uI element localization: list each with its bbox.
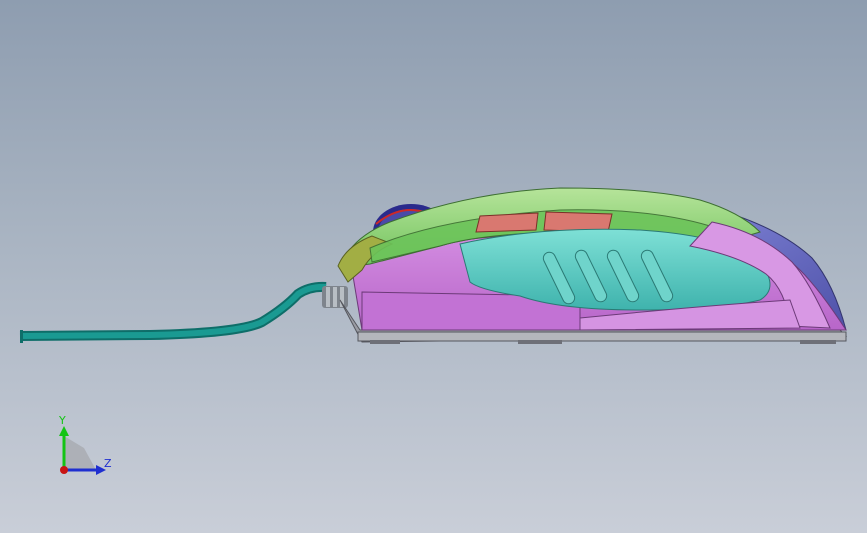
y-axis-label: Y xyxy=(59,414,66,427)
mouse-model[interactable] xyxy=(0,0,867,533)
cable-icon[interactable] xyxy=(19,281,327,343)
origin-dot xyxy=(60,466,68,474)
z-axis-label: Z xyxy=(104,457,112,470)
graphics-viewport[interactable]: Y Z xyxy=(0,0,867,533)
cable-strain-relief xyxy=(322,286,348,308)
coordinate-triad xyxy=(59,426,106,475)
